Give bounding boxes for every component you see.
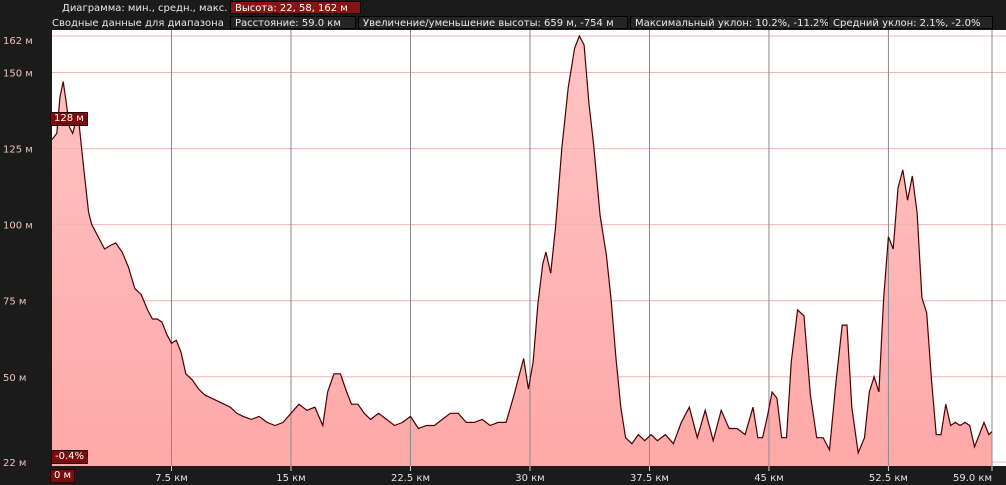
x-tick-label: 52.5 км — [869, 473, 908, 484]
x-tick-label: 7.5 км — [155, 473, 188, 484]
summary-max-slope: Максимальный уклон: 10.2%, -11.2% — [630, 16, 829, 29]
x-tick-label: 59.0 км — [953, 473, 992, 484]
y-tick-label: 150 м — [3, 69, 33, 80]
diagram-value: Высота: 22, 58, 162 м — [230, 1, 361, 14]
x-tick-label: 30 км — [515, 473, 545, 484]
y-tick-label: 100 м — [3, 221, 33, 232]
x-tick-label: 15 км — [276, 473, 306, 484]
distance-marker: 0 м — [50, 469, 76, 483]
elevation-profile-view: Диаграмма: мин., средн., макс. Высота: 2… — [0, 0, 1006, 485]
x-tick-label: 45 км — [754, 473, 784, 484]
summary-gain-loss: Увеличение/уменьшение высоты: 659 м, -75… — [358, 16, 628, 29]
x-tick-label: 37.5 км — [630, 473, 669, 484]
y-tick-label: 125 м — [3, 145, 33, 156]
y-axis-panel — [0, 30, 52, 485]
slope-marker: -0.4% — [51, 450, 89, 464]
x-tick-label: 22.5 км — [391, 473, 430, 484]
y-tick-label: 75 м — [3, 297, 26, 308]
y-tick-label: 50 м — [3, 373, 26, 384]
y-tick-label: 162 м — [3, 36, 33, 47]
y-tick-label: 22 м — [3, 458, 26, 469]
summary-avg-slope: Средний уклон: 2.1%, -2.0% — [828, 16, 993, 29]
elevation-chart[interactable]: 162 м 150 м 125 м 100 м 75 м 50 м 22 м 7.5 км 1… — [0, 30, 1006, 485]
diagram-label: Диаграмма: мин., средн., макс. — [62, 3, 228, 14]
summary-distance: Расстояние: 59.0 км — [230, 16, 356, 29]
elevation-marker: 128 м — [50, 112, 88, 126]
summary-label: Сводные данные для диапазона — [52, 18, 224, 29]
